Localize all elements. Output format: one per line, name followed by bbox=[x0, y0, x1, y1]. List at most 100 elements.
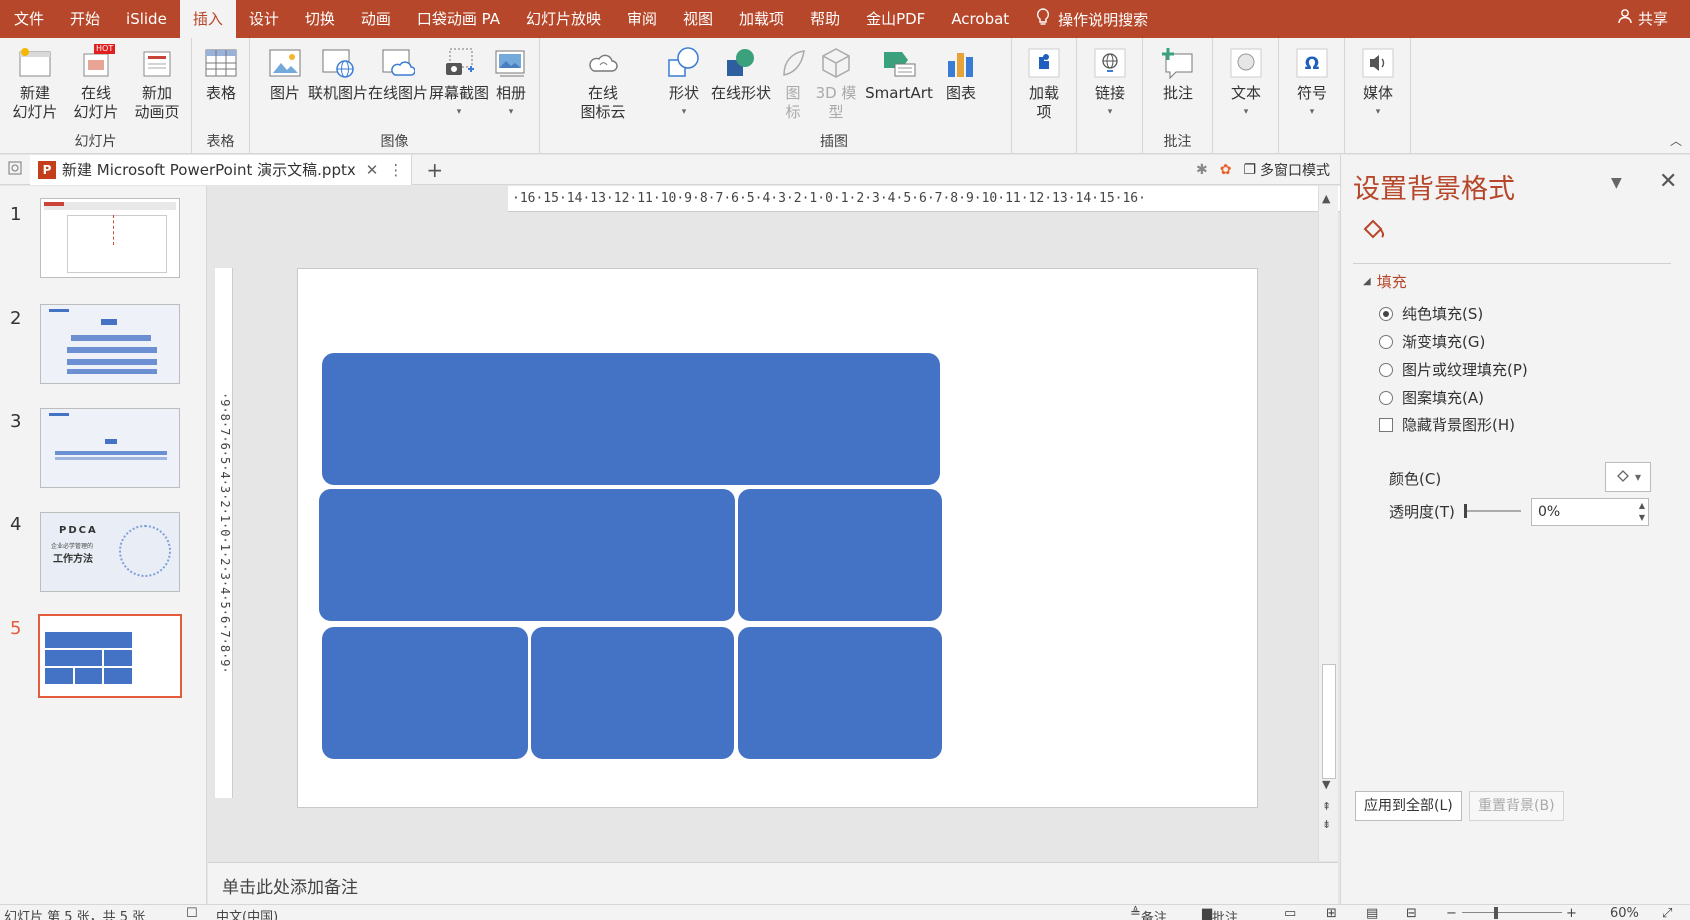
settings-flower-icon[interactable]: ✿ bbox=[1220, 162, 1232, 178]
pane-options-dropdown-icon[interactable]: ▼ bbox=[1611, 175, 1622, 191]
slide-thumbnail-3[interactable] bbox=[40, 408, 180, 488]
reading-view-icon[interactable]: ▤ bbox=[1366, 906, 1378, 920]
fill-section-header[interactable]: ◢ 填充 bbox=[1363, 271, 1407, 292]
normal-view-icon[interactable]: ▭ bbox=[1284, 906, 1296, 920]
notes-pane[interactable]: 单击此处添加备注 bbox=[208, 862, 1338, 904]
chart-button[interactable]: 图表 bbox=[939, 44, 983, 103]
tab-home[interactable]: 开始 bbox=[57, 0, 113, 38]
comment-button[interactable]: 批注 bbox=[1155, 44, 1201, 103]
tab-file[interactable]: 文件 bbox=[0, 0, 57, 38]
tab-pocket-animation[interactable]: 口袋动画 PA bbox=[404, 0, 513, 38]
bug-icon[interactable]: ✱ bbox=[1196, 162, 1208, 178]
picture-texture-fill-radio[interactable] bbox=[1379, 362, 1393, 377]
vertical-scrollbar[interactable]: ▲ ▼ ⇞ ⇟ bbox=[1318, 186, 1338, 861]
tab-acrobat[interactable]: Acrobat bbox=[938, 0, 1022, 38]
rounded-rectangle-bottom-center[interactable] bbox=[531, 627, 734, 759]
tab-review[interactable]: 审阅 bbox=[614, 0, 670, 38]
scroll-down-icon[interactable]: ▼ bbox=[1322, 778, 1330, 791]
slide-thumbnail-2[interactable] bbox=[40, 304, 180, 384]
gradient-fill-radio[interactable] bbox=[1379, 334, 1393, 349]
zoom-in-icon[interactable]: + bbox=[1566, 906, 1577, 920]
3d-models-button[interactable]: 3D 模 型 bbox=[813, 44, 859, 122]
scroll-up-icon[interactable]: ▲ bbox=[1322, 192, 1330, 205]
slide-thumbnail-1[interactable] bbox=[40, 198, 180, 278]
picture-texture-fill-option[interactable]: 图片或纹理填充(P) bbox=[1379, 359, 1528, 380]
language-indicator[interactable]: 中文(中国) bbox=[216, 906, 278, 920]
picture-button[interactable]: 图片 bbox=[262, 44, 308, 103]
tab-animations[interactable]: 动画 bbox=[348, 0, 404, 38]
media-button[interactable]: 媒体 ▾ bbox=[1355, 44, 1401, 122]
rounded-rectangle-middle-left[interactable] bbox=[319, 489, 735, 621]
reset-background-button[interactable]: 重置背景(B) bbox=[1469, 791, 1564, 821]
new-anim-page-button[interactable]: 新加 动画页 bbox=[126, 44, 188, 122]
color-picker-button[interactable]: ▾ bbox=[1605, 462, 1651, 492]
share-button[interactable]: 共享 bbox=[1617, 0, 1668, 38]
tab-slideshow[interactable]: 幻灯片放映 bbox=[513, 0, 614, 38]
document-tab[interactable]: P 新建 Microsoft PowerPoint 演示文稿.pptx ✕ ⋮ bbox=[30, 154, 413, 185]
icons-button[interactable]: 图 标 bbox=[775, 44, 811, 122]
transparency-slider[interactable] bbox=[1464, 504, 1521, 518]
zoom-slider[interactable] bbox=[1462, 912, 1562, 913]
spin-arrows-icon[interactable]: ▲ ▼ bbox=[1639, 500, 1645, 524]
tab-help[interactable]: 帮助 bbox=[797, 0, 853, 38]
smartart-button[interactable]: SmartArt bbox=[861, 44, 937, 103]
fit-slide-icon[interactable]: ⤢ bbox=[1662, 906, 1672, 920]
tab-view[interactable]: 视图 bbox=[670, 0, 726, 38]
symbols-button[interactable]: Ω 符号 ▾ bbox=[1289, 44, 1335, 122]
screenshot-button[interactable]: 屏幕截图 ▾ bbox=[428, 44, 490, 122]
zoom-slider-knob[interactable] bbox=[1494, 907, 1498, 919]
tab-more-icon[interactable]: ⋮ bbox=[388, 161, 403, 179]
slide-sorter-icon[interactable]: ⊞ bbox=[1326, 906, 1337, 920]
paint-bucket-icon[interactable] bbox=[1359, 217, 1387, 247]
solid-fill-radio[interactable] bbox=[1379, 306, 1393, 321]
hide-background-graphics-option[interactable]: 隐藏背景图形(H) bbox=[1379, 414, 1515, 435]
slide-canvas[interactable] bbox=[297, 268, 1258, 808]
notes-toggle[interactable]: ≜ 备注 bbox=[1130, 906, 1167, 920]
pattern-fill-radio[interactable] bbox=[1379, 390, 1393, 405]
transparency-slider-knob[interactable] bbox=[1464, 504, 1467, 518]
tab-design[interactable]: 设计 bbox=[236, 0, 292, 38]
tell-me-search[interactable]: 操作说明搜索 bbox=[1036, 8, 1148, 30]
zoom-level[interactable]: 60% bbox=[1610, 906, 1639, 920]
tab-transitions[interactable]: 切换 bbox=[292, 0, 348, 38]
spellcheck-icon[interactable]: ☐ bbox=[186, 906, 198, 920]
tab-insert[interactable]: 插入 bbox=[179, 0, 236, 38]
rounded-rectangle-bottom-left[interactable] bbox=[322, 627, 528, 759]
close-tab-icon[interactable]: ✕ bbox=[366, 161, 379, 179]
rounded-rectangle-middle-right[interactable] bbox=[738, 489, 942, 621]
hide-background-graphics-checkbox[interactable] bbox=[1379, 417, 1393, 432]
album-button[interactable]: 相册 ▾ bbox=[488, 44, 534, 122]
slideshow-icon[interactable]: ⊟ bbox=[1406, 906, 1417, 920]
online-slide-button[interactable]: HOT 在线 幻灯片 bbox=[66, 44, 126, 122]
apply-to-all-button[interactable]: 应用到全部(L) bbox=[1355, 791, 1462, 821]
slide-thumbnail-5[interactable] bbox=[38, 614, 182, 698]
addins-button[interactable]: 加载 项 bbox=[1020, 44, 1068, 122]
online-icon-cloud-button[interactable]: 在线 图标云 bbox=[576, 44, 630, 122]
rounded-rectangle-bottom-right[interactable] bbox=[738, 627, 942, 759]
pattern-fill-option[interactable]: 图案填充(A) bbox=[1379, 387, 1484, 408]
next-slide-icon[interactable]: ⇟ bbox=[1322, 818, 1331, 831]
comments-toggle[interactable]: ▆ 批注 bbox=[1202, 906, 1238, 920]
table-button[interactable]: 表格 bbox=[198, 44, 244, 103]
notes-placeholder[interactable]: 单击此处添加备注 bbox=[222, 873, 358, 898]
link-button[interactable]: 链接 ▾ bbox=[1087, 44, 1133, 122]
online-pictures-link-button[interactable]: 联机图片 bbox=[308, 44, 368, 103]
tab-kingsoft-pdf[interactable]: 金山PDF bbox=[853, 0, 938, 38]
close-pane-icon[interactable]: ✕ bbox=[1659, 169, 1677, 194]
online-pictures-button[interactable]: 在线图片 bbox=[368, 44, 428, 103]
text-button[interactable]: 文本 ▾ bbox=[1223, 44, 1269, 122]
scrollbar-thumb[interactable] bbox=[1322, 664, 1336, 779]
tab-addins[interactable]: 加载项 bbox=[726, 0, 797, 38]
shapes-button[interactable]: 形状 ▾ bbox=[661, 44, 707, 122]
file-tab-icon[interactable] bbox=[0, 160, 30, 180]
solid-fill-option[interactable]: 纯色填充(S) bbox=[1379, 303, 1483, 324]
new-tab-icon[interactable]: + bbox=[426, 158, 443, 182]
gradient-fill-option[interactable]: 渐变填充(G) bbox=[1379, 331, 1485, 352]
online-shapes-button[interactable]: 在线形状 bbox=[709, 44, 773, 103]
new-slide-button[interactable]: 新建 幻灯片 bbox=[6, 44, 64, 122]
transparency-input[interactable]: 0% ▲ ▼ bbox=[1531, 498, 1649, 526]
previous-slide-icon[interactable]: ⇞ bbox=[1322, 800, 1331, 813]
rounded-rectangle-top[interactable] bbox=[322, 353, 940, 485]
multiwindow-button[interactable]: ❐ 多窗口模式 bbox=[1243, 160, 1330, 180]
slide-thumbnail-4[interactable]: PDCA 企业必学管理的 工作方法 bbox=[40, 512, 180, 592]
